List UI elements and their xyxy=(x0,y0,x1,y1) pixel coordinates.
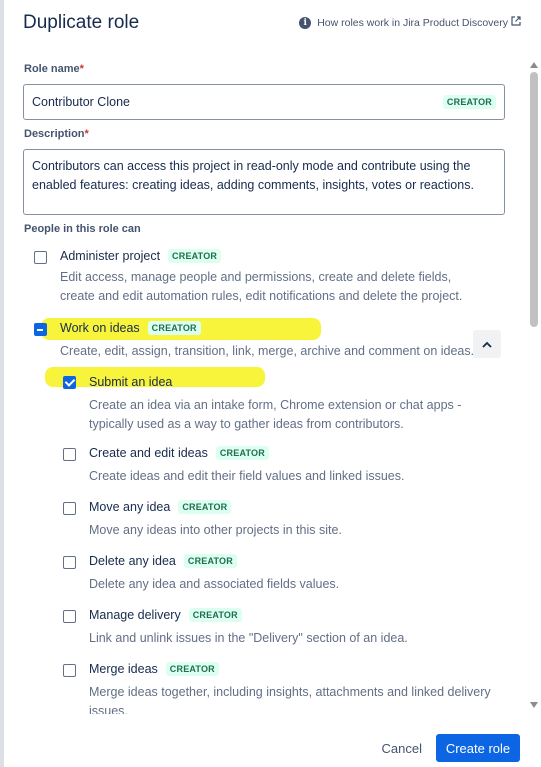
permission-title: Move any idea CREATOR xyxy=(89,500,232,514)
permission-description: Move any ideas into other projects in th… xyxy=(89,523,342,537)
permission-description: Merge ideas together, including insights… xyxy=(89,685,491,714)
role-name-input[interactable]: Contributor Clone CREATOR xyxy=(23,84,505,120)
submit-an-idea-checkbox[interactable] xyxy=(63,376,76,389)
permission-description: Create an idea via an intake form, Chrom… xyxy=(89,398,462,431)
delete-any-idea-checkbox[interactable] xyxy=(63,556,76,569)
administer-project-checkbox[interactable] xyxy=(34,251,47,264)
permission-description: Edit access, manage people and permissio… xyxy=(60,270,463,303)
move-any-idea-checkbox[interactable] xyxy=(63,502,76,515)
external-link-icon xyxy=(511,16,521,29)
permission-description: Link and unlink issues in the "Delivery"… xyxy=(89,631,408,645)
description-textarea[interactable]: Contributors can access this project in … xyxy=(23,149,505,215)
dialog-header: Duplicate role i How roles work in Jira … xyxy=(23,12,541,40)
merge-ideas-checkbox[interactable] xyxy=(63,664,76,677)
dialog-title: Duplicate role xyxy=(23,12,140,33)
info-icon: i xyxy=(299,16,312,29)
creator-badge: CREATOR xyxy=(215,446,269,460)
cancel-button[interactable]: Cancel xyxy=(378,734,426,762)
permission-title: Create and edit ideas CREATOR xyxy=(89,446,269,460)
creator-badge: CREATOR xyxy=(165,662,219,676)
dialog-body[interactable]: Role name* Contributor Clone CREATOR Des… xyxy=(23,56,509,714)
help-link-label: How roles work in Jira Product Discovery xyxy=(317,16,508,29)
create-role-button[interactable]: Create role xyxy=(436,734,520,762)
description-label: Description* xyxy=(24,128,89,140)
role-name-value: Contributor Clone xyxy=(32,95,130,109)
scrollbar[interactable] xyxy=(529,62,539,708)
scroll-down-arrow-icon[interactable] xyxy=(530,702,538,708)
creator-badge: CREATOR xyxy=(442,95,496,109)
creator-badge: CREATOR xyxy=(188,608,242,622)
permission-description: Delete any idea and associated fields va… xyxy=(89,577,340,591)
creator-badge: CREATOR xyxy=(183,554,237,568)
permission-description: Create, edit, assign, transition, link, … xyxy=(60,344,475,358)
people-section-label: People in this role can xyxy=(24,223,141,235)
duplicate-role-dialog: Duplicate role i How roles work in Jira … xyxy=(4,0,541,767)
work-on-ideas-checkbox[interactable] xyxy=(34,323,47,336)
scroll-up-arrow-icon[interactable] xyxy=(530,62,538,68)
permission-title: Work on ideas CREATOR xyxy=(60,321,201,335)
help-link[interactable]: i How roles work in Jira Product Discove… xyxy=(299,16,521,29)
permission-title: Submit an idea xyxy=(89,375,173,389)
role-name-label: Role name* xyxy=(24,63,84,75)
permission-description: Create ideas and edit their field values… xyxy=(89,469,405,483)
creator-badge: CREATOR xyxy=(178,500,232,514)
permission-title: Delete any idea CREATOR xyxy=(89,554,237,568)
manage-delivery-checkbox[interactable] xyxy=(63,610,76,623)
creator-badge: CREATOR xyxy=(147,321,201,335)
permission-title: Merge ideas CREATOR xyxy=(89,662,219,676)
dialog-footer: Cancel Create role xyxy=(4,714,541,767)
permission-title: Administer project CREATOR xyxy=(60,249,222,263)
chevron-up-icon xyxy=(482,341,492,348)
scroll-thumb[interactable] xyxy=(530,72,538,327)
create-and-edit-ideas-checkbox[interactable] xyxy=(63,448,76,461)
creator-badge: CREATOR xyxy=(168,249,222,263)
permission-title: Manage delivery CREATOR xyxy=(89,608,242,622)
collapse-button[interactable] xyxy=(473,330,501,358)
